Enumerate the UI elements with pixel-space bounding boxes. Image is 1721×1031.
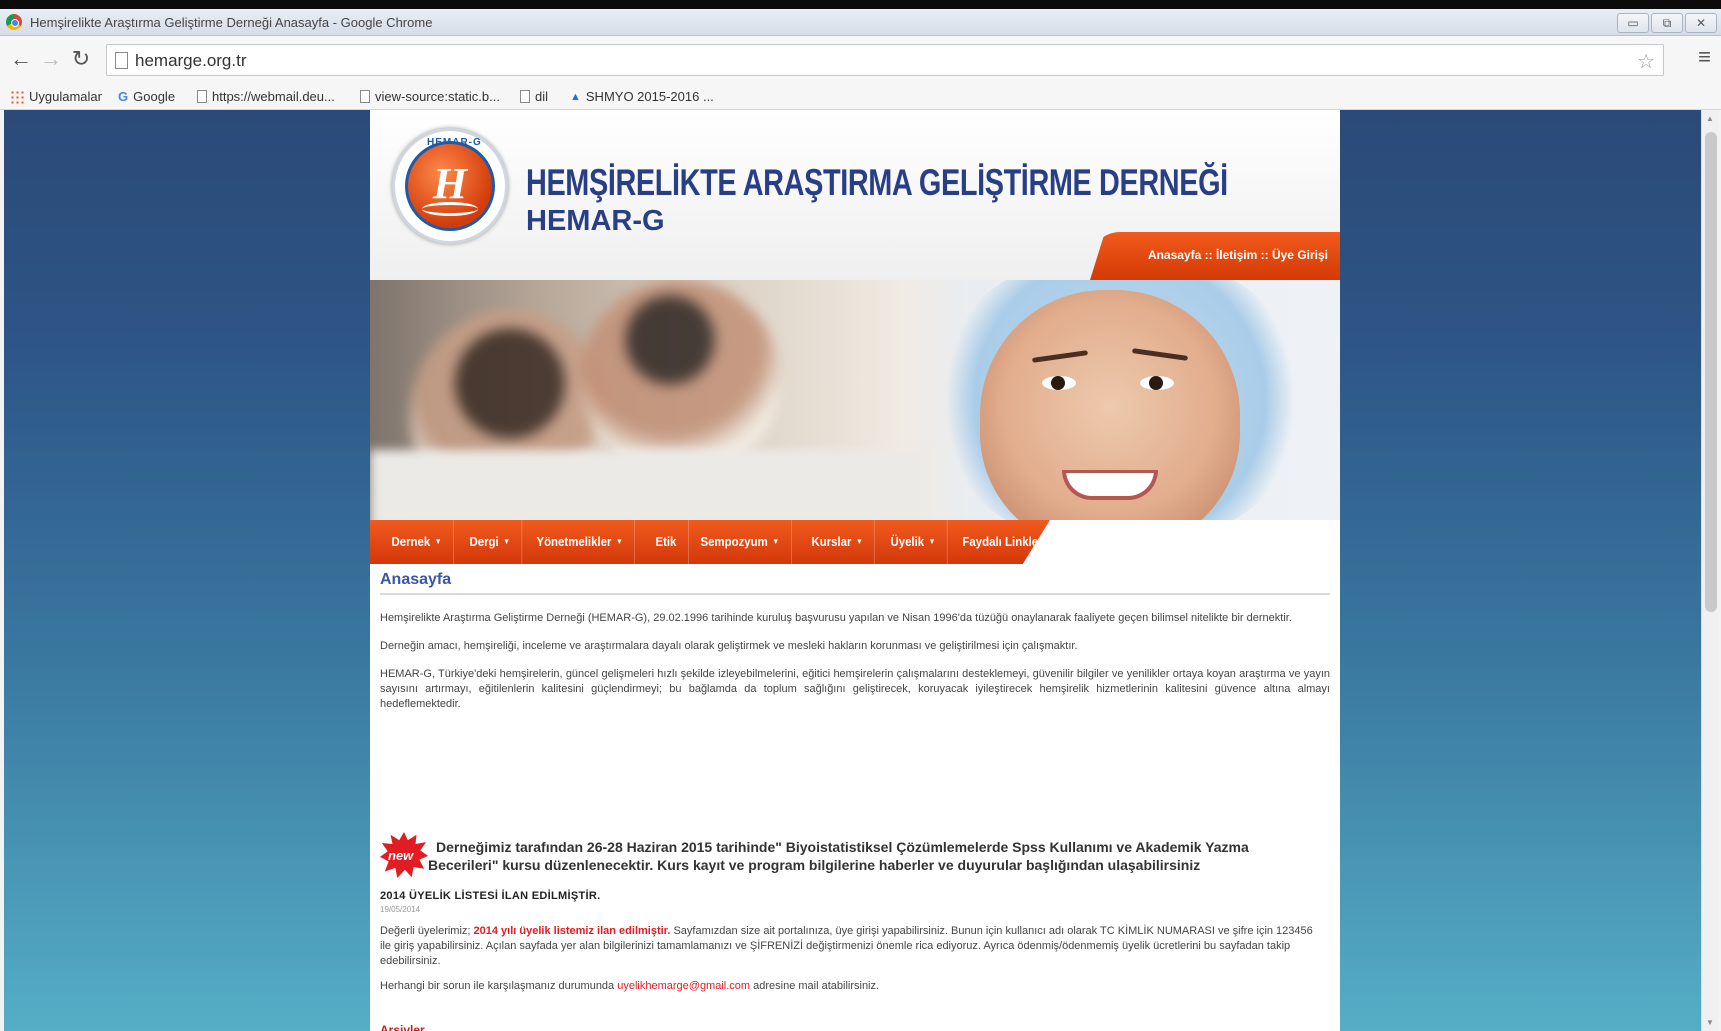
wave-icon <box>422 202 478 216</box>
membership-list-date: 19/05/2014 <box>380 905 421 914</box>
caret-down-icon: ▼ <box>503 537 511 546</box>
url-text: hemarge.org.tr <box>135 51 247 70</box>
nav-item-etik[interactable]: Etik <box>644 520 690 564</box>
announcement-text: Derneğimiz tarafından 26-28 Haziran 2015… <box>428 838 1326 874</box>
bookmark-star-icon[interactable]: ☆ <box>1637 49 1655 74</box>
title-bar: Hemşirelikte Araştırma Geliştirme Derneğ… <box>0 9 1721 36</box>
bookmark-shmyo[interactable]: ▲ SHMYO 2015-2016 ... <box>570 89 714 104</box>
forward-arrow-icon[interactable]: → <box>38 46 64 72</box>
browser-toolbar: ← → ↻ hemarge.org.tr ☆ ≡ <box>0 36 1721 84</box>
bookmark-webmail[interactable]: https://webmail.deu... <box>197 89 335 104</box>
nav-item-kurslar[interactable]: Kurslar ▼ <box>800 520 875 564</box>
browser-window: Hemşirelikte Araştırma Geliştirme Derneğ… <box>0 0 1721 1031</box>
minimize-button[interactable]: ▭ <box>1617 13 1649 33</box>
site-container: HEMAR-G H HEMŞİRELİKTE ARAŞTIRMA GELİŞTİ… <box>370 110 1340 1031</box>
apps-icon <box>10 89 24 104</box>
bookmarks-bar: Uygulamalar G Google https://webmail.deu… <box>0 84 1721 110</box>
back-arrow-icon[interactable]: ← <box>8 46 34 72</box>
hemarg-logo[interactable]: HEMAR-G H <box>392 128 508 244</box>
bookmark-apps[interactable]: Uygulamalar <box>10 89 102 104</box>
nav-item-yonetmelikler[interactable]: Yönetmelikler ▼ <box>525 520 636 564</box>
membership-list-title[interactable]: 2014 ÜYELİK LİSTESİ İLAN EDİLMİŞTİR. <box>380 890 600 902</box>
membership-paragraph: Değerli üyelerimiz; 2014 yılı üyelik lis… <box>380 924 1320 969</box>
logo-emblem: H <box>405 141 495 231</box>
bookmark-label: view-source:static.b... <box>375 89 500 104</box>
close-button[interactable]: ✕ <box>1685 13 1717 33</box>
bookmark-dil[interactable]: dil <box>520 89 548 104</box>
bookmark-label: https://webmail.deu... <box>212 89 335 104</box>
scroll-down-arrow-icon[interactable]: ▼ <box>1706 1018 1714 1027</box>
banner-blanket <box>370 450 930 520</box>
top-links-bar: Anasayfa :: İletişim :: Üye Girişi <box>1090 232 1340 280</box>
intro-paragraph: Hemşirelikte Araştırma Geliştirme Derneğ… <box>380 612 1292 624</box>
nurse-left-brow <box>1031 350 1089 363</box>
screen-top-edge <box>0 0 1721 9</box>
scroll-thumb[interactable] <box>1705 132 1717 612</box>
nurse-left-eye <box>1042 376 1076 390</box>
banner-nurse-face <box>980 290 1240 520</box>
goals-paragraph: HEMAR-G, Türkiye'deki hemşirelerin, günc… <box>380 668 1330 710</box>
caret-down-icon: ▼ <box>772 537 780 546</box>
top-links[interactable]: Anasayfa :: İletişim :: Üye Girişi <box>1148 248 1328 262</box>
window-controls: ▭ ⧉ ✕ <box>1617 13 1717 33</box>
reload-icon[interactable]: ↻ <box>68 46 94 72</box>
announcement-line-1: Derneğimiz tarafından 26-28 Haziran 2015… <box>436 839 1249 855</box>
caret-down-icon: ▼ <box>616 537 624 546</box>
google-icon: G <box>118 89 129 104</box>
announcement-line-2: Becerileri" kursu düzenlenecektir. Kurs … <box>428 857 1201 873</box>
contact-paragraph: Herhangi bir sorun ile karşılaşmanız dur… <box>380 980 1320 992</box>
purpose-paragraph: Derneğin amacı, hemşireliği, inceleme ve… <box>380 640 1078 652</box>
page-icon <box>197 90 207 103</box>
nav-item-sempozyum[interactable]: Sempozyum ▼ <box>689 520 792 564</box>
site-header: HEMAR-G H HEMŞİRELİKTE ARAŞTIRMA GELİŞTİ… <box>370 110 1340 280</box>
restore-button[interactable]: ⧉ <box>1651 13 1683 33</box>
menu-icon[interactable]: ≡ <box>1698 44 1711 70</box>
site-subtitle: HEMAR-G <box>526 205 665 237</box>
bookmark-label: SHMYO 2015-2016 ... <box>585 89 714 104</box>
member-highlight-link[interactable]: 2014 yılı üyelik listemiz ilan edilmişti… <box>474 925 671 937</box>
main-nav: Dernek ▼ Dergi ▼ Yönetmelikler ▼ Etik Sempo… <box>370 520 1050 564</box>
bookmark-icon: ▲ <box>570 90 581 103</box>
bookmark-label: Google <box>133 89 176 104</box>
vertical-scrollbar[interactable]: ▲ ▼ <box>1701 110 1719 1031</box>
nurse-smile <box>1062 470 1158 500</box>
nav-item-dergi[interactable]: Dergi ▼ <box>458 520 523 564</box>
hero-banner <box>370 280 1340 520</box>
member-prefix: Değerli üyelerimiz; <box>380 925 474 937</box>
contact-prefix: Herhangi bir sorun ile karşılaşmanız dur… <box>380 980 618 992</box>
new-badge-text: new <box>388 848 414 863</box>
nav-item-dernek[interactable]: Dernek ▼ <box>380 520 454 564</box>
window-title: Hemşirelikte Araştırma Geliştirme Derneğ… <box>30 15 433 30</box>
page-icon <box>360 90 370 103</box>
bookmark-google[interactable]: G Google <box>118 89 175 104</box>
new-badge-icon: new <box>380 832 428 878</box>
address-bar[interactable]: hemarge.org.tr ☆ <box>106 44 1664 76</box>
page-viewport: HEMAR-G H HEMŞİRELİKTE ARAŞTIRMA GELİŞTİ… <box>4 110 1701 1031</box>
contact-email-link[interactable]: uyelikhemarge@gmail.com <box>617 980 750 992</box>
nurse-right-eye <box>1140 376 1174 390</box>
caret-down-icon: ▼ <box>928 537 936 546</box>
nurse-right-brow <box>1131 348 1189 361</box>
nav-item-uyelik[interactable]: Üyelik ▼ <box>879 520 948 564</box>
bookmark-label: dil <box>535 89 549 104</box>
caret-down-icon: ▼ <box>855 537 863 546</box>
nav-item-faydali-linkler[interactable]: Faydalı Linkler <box>951 520 1050 564</box>
caret-down-icon: ▼ <box>434 537 442 546</box>
page-icon <box>520 90 530 103</box>
bookmark-view-source[interactable]: view-source:static.b... <box>360 89 500 104</box>
site-title: HEMŞİRELİKTE ARAŞTIRMA GELİŞTİRME DERNEĞ… <box>526 162 1228 203</box>
page-icon <box>115 52 128 69</box>
scroll-up-arrow-icon[interactable]: ▲ <box>1706 114 1714 123</box>
bookmark-label: Uygulamalar <box>29 89 102 104</box>
contact-suffix: adresine mail atabilirsiniz. <box>750 980 880 992</box>
page-title: Anasayfa <box>380 572 1330 595</box>
archives-heading: Arşivler <box>380 1023 425 1031</box>
chrome-icon <box>6 14 22 30</box>
main-content: Anasayfa Hemşirelikte Araştırma Geliştir… <box>380 572 1330 725</box>
